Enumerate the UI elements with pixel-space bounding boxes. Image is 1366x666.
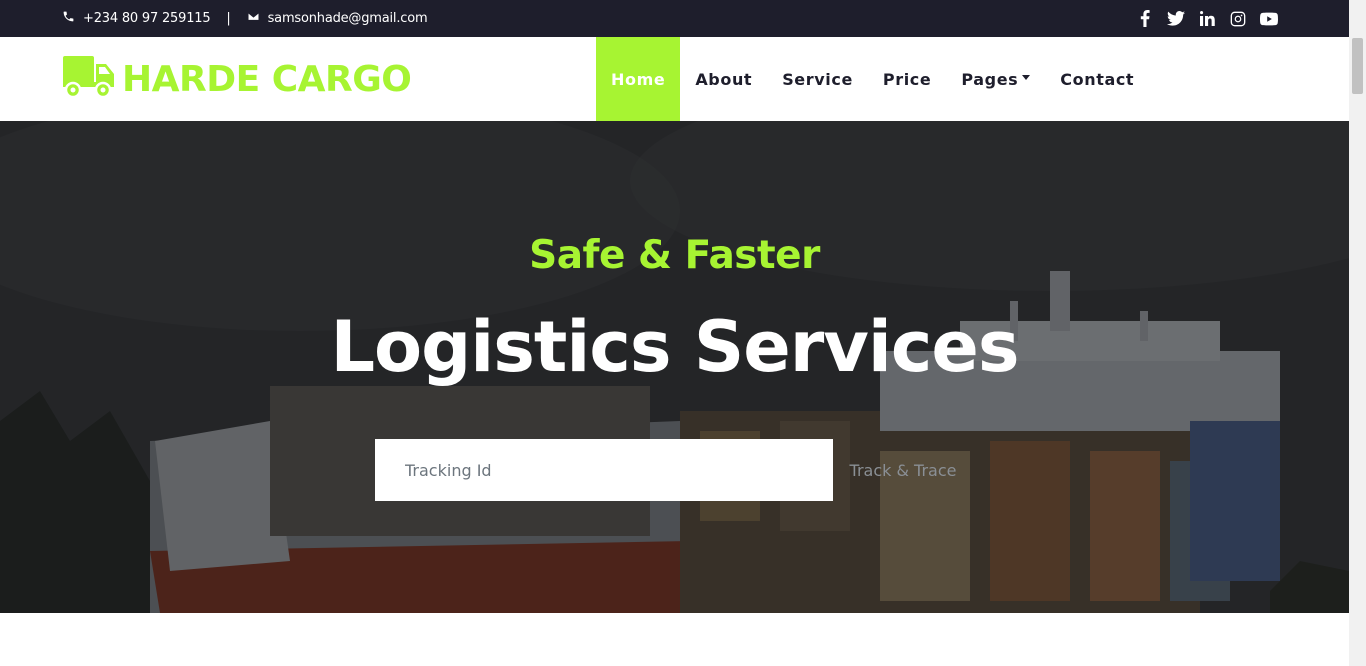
hero-section: Safe & Faster Logistics Services Track &… — [0, 121, 1349, 613]
linkedin-icon[interactable] — [1198, 10, 1216, 28]
tracking-id-input[interactable] — [375, 439, 833, 501]
twitter-icon[interactable] — [1167, 10, 1185, 28]
nav-home[interactable]: Home — [596, 37, 681, 121]
main-nav: Home About Service Price Pages Contact — [596, 37, 1149, 121]
hero-subtitle: Safe & Faster — [529, 233, 820, 278]
brand-logo[interactable]: HARDE CARGO — [63, 56, 412, 102]
email-item: samsonhade@gmail.com — [247, 10, 428, 27]
phone-icon — [62, 10, 83, 27]
hero-title: Logistics Services — [330, 306, 1019, 388]
email-address: samsonhade@gmail.com — [267, 11, 428, 26]
contact-separator: | — [226, 11, 231, 26]
track-trace-button[interactable]: Track & Trace — [833, 439, 973, 501]
nav-price[interactable]: Price — [868, 37, 946, 121]
nav-pages-dropdown[interactable]: Pages — [946, 37, 1045, 121]
social-links — [1136, 0, 1278, 37]
nav-pages-label: Pages — [961, 69, 1019, 89]
top-info-bar: +234 80 97 259115 | samsonhade@gmail.com — [0, 0, 1349, 37]
nav-contact[interactable]: Contact — [1045, 37, 1149, 121]
nav-about[interactable]: About — [680, 37, 767, 121]
scrollbar-thumb[interactable] — [1352, 38, 1363, 94]
contact-info: +234 80 97 259115 | samsonhade@gmail.com — [62, 0, 428, 37]
facebook-icon[interactable] — [1136, 10, 1154, 28]
truck-icon — [63, 56, 122, 102]
phone-item: +234 80 97 259115 — [62, 10, 211, 27]
phone-number: +234 80 97 259115 — [83, 11, 211, 26]
page: +234 80 97 259115 | samsonhade@gmail.com — [0, 0, 1366, 666]
caret-down-icon — [1022, 74, 1031, 80]
page-scrollbar[interactable] — [1349, 0, 1366, 666]
youtube-icon[interactable] — [1260, 10, 1278, 28]
nav-service[interactable]: Service — [767, 37, 868, 121]
brand-name: HARDE CARGO — [122, 58, 412, 100]
site-header: HARDE CARGO Home About Service Price Pag… — [0, 37, 1349, 121]
envelope-icon — [247, 10, 268, 27]
instagram-icon[interactable] — [1229, 10, 1247, 28]
